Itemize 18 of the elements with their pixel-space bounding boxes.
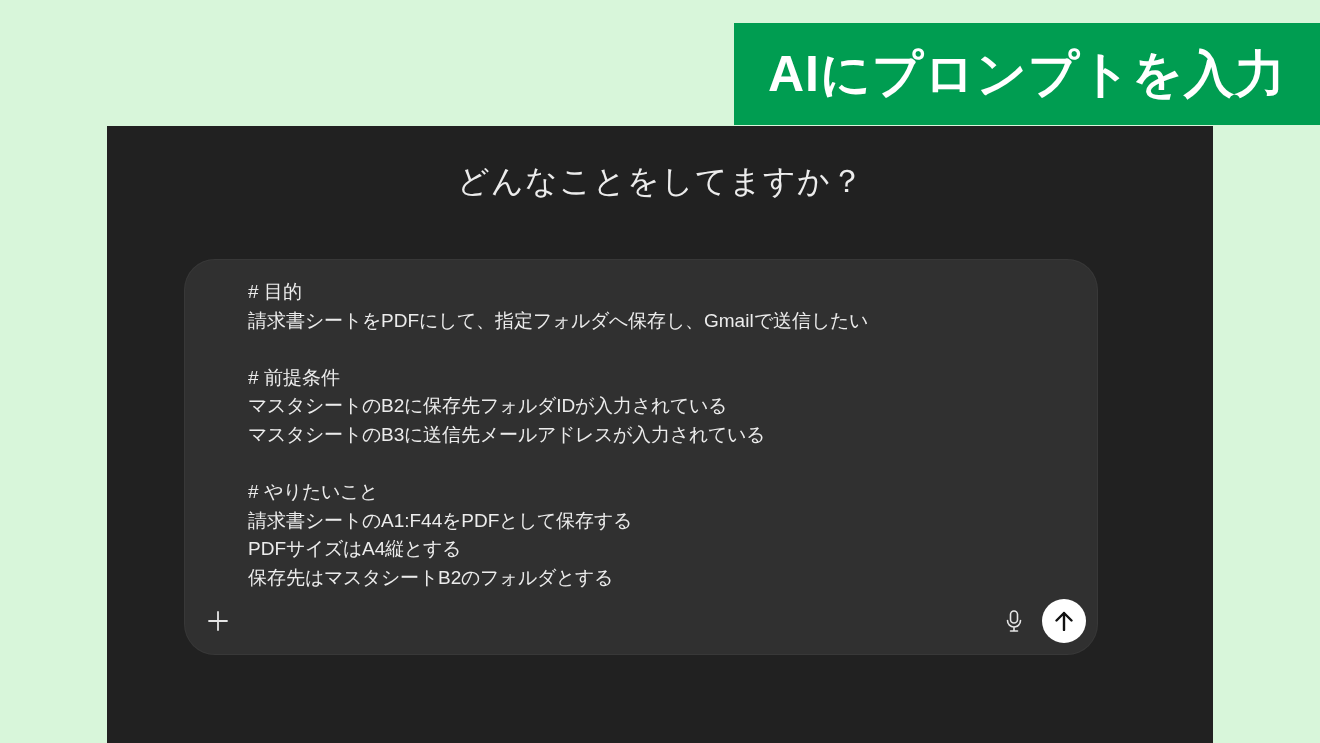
prompt-line: 保存先はマスタシートB2のフォルダとする [248, 565, 614, 590]
prompt-heading: # 目的 [248, 280, 302, 304]
send-button[interactable] [1042, 599, 1086, 643]
title-banner: AIにプロンプトを入力 [734, 23, 1320, 125]
prompt-line: 請求書シートをPDFにして、指定フォルダへ保存し、Gmailで送信したい [248, 308, 868, 333]
prompt-input[interactable]: # 目的 請求書シートをPDFにして、指定フォルダへ保存し、Gmailで送信したい # 前提条件 マスタシートのB2に保存先フォルダIDが入力されている マスタシートのB3に送信先メールアドレスが入力されている # やりたいこと 請求書シートのA1:F44をPDFとして保存する PDFサイズはA4縦とする 保存先はマスタシートB2のフォルダとする [248, 278, 868, 599]
add-button[interactable] [208, 611, 228, 631]
prompt-line: マスタシートのB2に保存先フォルダIDが入力されている [248, 394, 728, 419]
chat-heading: どんなことをしてますか？ [455, 162, 865, 201]
microphone-icon [1006, 610, 1022, 632]
prompt-line: マスタシートのB3に送信先メールアドレスが入力されている [248, 422, 766, 447]
microphone-button[interactable] [1006, 610, 1022, 632]
arrow-up-icon [1055, 611, 1073, 631]
prompt-heading: # やりたいこと [248, 480, 378, 505]
plus-icon [208, 611, 228, 631]
prompt-line: 請求書シートのA1:F44をPDFとして保存する [248, 508, 633, 533]
prompt-heading: # 前提条件 [248, 365, 340, 390]
prompt-line: PDFサイズはA4縦とする [248, 537, 462, 562]
